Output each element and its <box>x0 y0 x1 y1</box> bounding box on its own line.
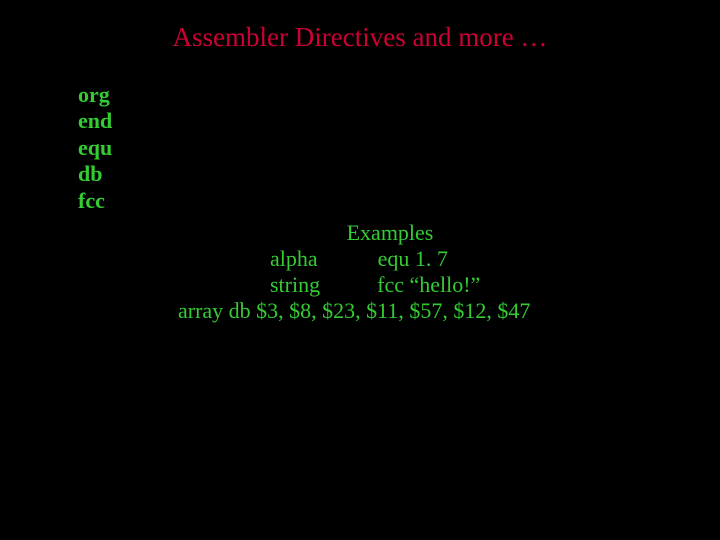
example-alpha-label: alpha <box>270 246 318 271</box>
examples-section: Examples alpha equ 1. 7 string fcc “hello!… <box>0 220 720 324</box>
example-line-alpha: alpha equ 1. 7 <box>0 246 720 272</box>
example-line-string: string fcc “hello!” <box>0 272 720 298</box>
example-line-array: array db $3, $8, $23, $11, $57, $12, $47 <box>0 298 720 324</box>
slide-container: Assembler Directives and more … org end … <box>0 0 720 540</box>
directive-equ: equ <box>78 135 112 161</box>
directive-db: db <box>78 161 112 187</box>
example-alpha-value: equ 1. 7 <box>378 246 448 271</box>
directives-list: org end equ db fcc <box>78 82 112 214</box>
example-string-value: fcc “hello!” <box>377 272 480 297</box>
directive-org: org <box>78 82 112 108</box>
examples-heading: Examples <box>60 220 720 246</box>
slide-title: Assembler Directives and more … <box>0 0 720 53</box>
example-string-label: string <box>270 272 320 297</box>
directive-end: end <box>78 108 112 134</box>
directive-fcc: fcc <box>78 188 112 214</box>
